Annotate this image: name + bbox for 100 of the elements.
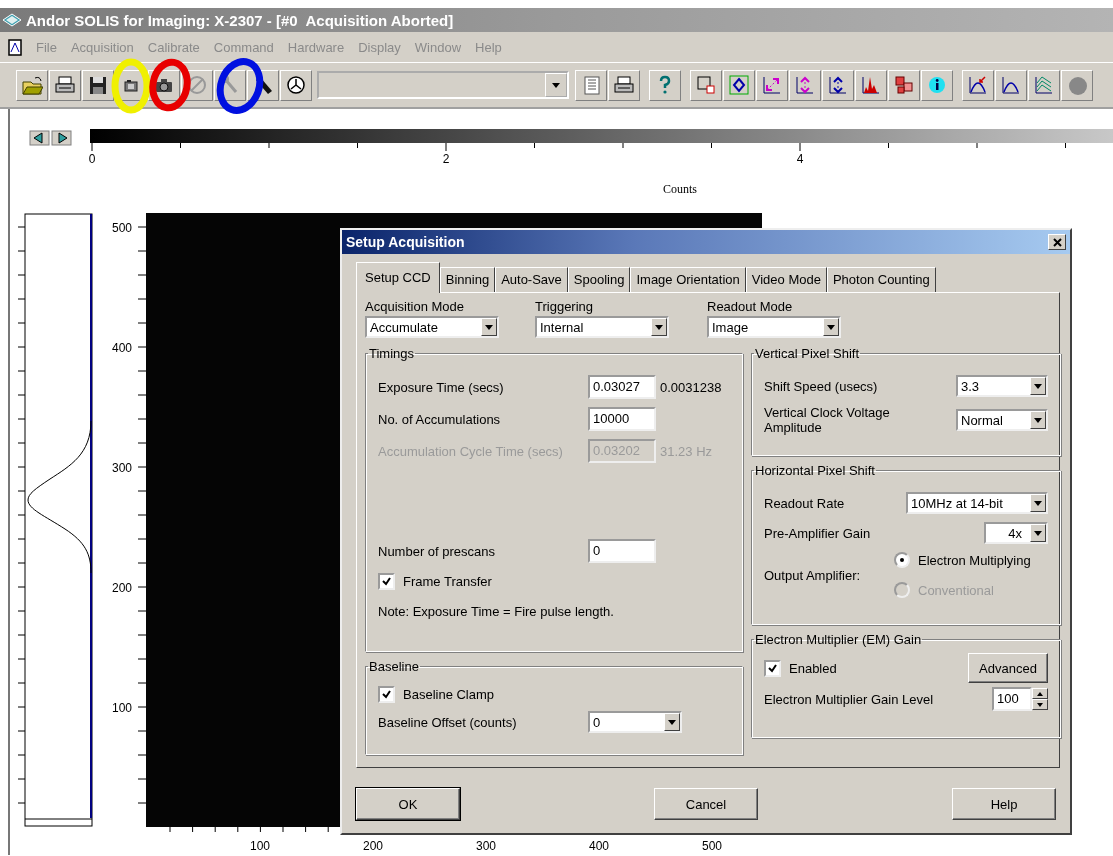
tick-label: 100 bbox=[250, 839, 270, 853]
input-field[interactable]: 0 bbox=[588, 539, 656, 563]
tick-label: 4 bbox=[796, 152, 804, 166]
dropdown[interactable]: Accumulate bbox=[365, 316, 499, 338]
caret-icon bbox=[552, 82, 560, 88]
toolbar-button[interactable] bbox=[82, 69, 114, 101]
readout-text: 0.0031238 bbox=[660, 379, 723, 395]
caret-icon bbox=[827, 324, 835, 330]
toolbar-button[interactable] bbox=[16, 69, 48, 101]
input-field[interactable]: 10000 bbox=[588, 407, 656, 431]
tab[interactable]: Setup CCD bbox=[356, 262, 440, 293]
printer-icon bbox=[54, 74, 76, 96]
radio-label[interactable]: Electron Multiplying bbox=[918, 552, 1031, 568]
dropdown[interactable]: 10MHz at 14-bit bbox=[906, 492, 1048, 514]
dropdown[interactable]: Internal bbox=[535, 316, 669, 338]
field-label: Exposure Time (secs) bbox=[378, 379, 505, 395]
radio-button[interactable] bbox=[894, 552, 910, 568]
tick-label: 200 bbox=[363, 839, 383, 853]
toolbar-button[interactable] bbox=[49, 69, 81, 101]
checkbox[interactable] bbox=[378, 573, 395, 590]
tab[interactable]: Spooling bbox=[567, 267, 631, 292]
dropdown[interactable]: 4x bbox=[984, 522, 1048, 544]
tab[interactable]: Image Orientation bbox=[630, 267, 746, 292]
up-arrow-icon bbox=[1037, 691, 1043, 696]
group-title: Baseline bbox=[368, 659, 420, 674]
advanced-button[interactable]: Advanced bbox=[968, 653, 1048, 683]
toolbar-button[interactable] bbox=[608, 69, 640, 101]
dropdown[interactable]: 0 bbox=[588, 711, 682, 733]
vertical-arrows-icon bbox=[827, 74, 849, 96]
folder-icon bbox=[21, 74, 43, 96]
peak-arrow-icon bbox=[967, 74, 989, 96]
field-label: Readout Rate bbox=[764, 495, 845, 511]
checkbox[interactable] bbox=[378, 686, 395, 703]
tick-label: 300 bbox=[476, 839, 496, 853]
close-button[interactable] bbox=[1048, 234, 1066, 250]
axis-label: Counts bbox=[663, 182, 697, 196]
tick-label: 200 bbox=[111, 581, 132, 595]
checkbox-label[interactable]: Enabled bbox=[789, 660, 837, 676]
spin-down-button[interactable] bbox=[1032, 699, 1048, 710]
toolbar-button[interactable] bbox=[280, 69, 312, 101]
caret-icon bbox=[1034, 417, 1042, 423]
field-label: Pre-Amplifier Gain bbox=[764, 525, 871, 541]
tick-label: 400 bbox=[589, 839, 609, 853]
scroll-right-button[interactable] bbox=[51, 130, 72, 146]
printer-icon bbox=[613, 74, 635, 96]
window-title: Andor SOLIS for Imaging: X-2307 - [#0 Acquisition Aborted] bbox=[26, 11, 454, 29]
checkbox-label[interactable]: Baseline Clamp bbox=[403, 687, 495, 702]
input-field[interactable]: 0.03027 bbox=[588, 375, 656, 399]
dialog-button[interactable]: OK bbox=[356, 788, 460, 820]
dropdown[interactable]: Normal bbox=[956, 409, 1048, 431]
tick-label: 2 bbox=[442, 152, 450, 166]
toolbar-button[interactable] bbox=[921, 69, 953, 101]
field-label: Readout Mode bbox=[707, 299, 794, 314]
checkbox-label[interactable]: Frame Transfer bbox=[403, 574, 492, 589]
diagonal-arrows-icon bbox=[761, 74, 783, 96]
caret-icon bbox=[1034, 530, 1042, 536]
squares-icon bbox=[893, 74, 915, 96]
caret-icon bbox=[655, 324, 663, 330]
tab[interactable]: Video Mode bbox=[745, 267, 827, 292]
toolbar-button[interactable] bbox=[723, 69, 755, 101]
checkbox[interactable] bbox=[764, 659, 781, 677]
document-icon bbox=[8, 38, 22, 56]
tab[interactable]: Binning bbox=[439, 267, 496, 292]
info-icon bbox=[926, 74, 948, 96]
scroll-left-button[interactable] bbox=[29, 130, 50, 146]
tick-label: 400 bbox=[111, 341, 132, 355]
note-text: Note: Exposure Time = Fire pulse length. bbox=[378, 604, 615, 619]
close-icon bbox=[1052, 237, 1062, 247]
app-logo-icon bbox=[2, 12, 22, 28]
field-label: Vertical Clock Voltage Amplitude bbox=[764, 405, 891, 435]
peak-icon bbox=[1000, 74, 1022, 96]
tick-label: 300 bbox=[111, 461, 132, 475]
tab[interactable]: Auto-Save bbox=[495, 267, 568, 292]
caret-icon bbox=[1034, 500, 1042, 506]
toolbar-button[interactable] bbox=[962, 69, 994, 101]
toolbar-button[interactable] bbox=[995, 69, 1027, 101]
field-label: Shift Speed (usecs) bbox=[764, 378, 878, 394]
caret-icon bbox=[1034, 383, 1042, 389]
dropdown[interactable]: Image bbox=[707, 316, 841, 338]
spin-field[interactable]: 100 bbox=[992, 687, 1032, 711]
group-title: Timings bbox=[368, 346, 416, 361]
toolbar-button[interactable] bbox=[822, 69, 854, 101]
vertical-arrows-icon bbox=[794, 74, 816, 96]
dialog-button[interactable]: Cancel bbox=[654, 788, 758, 820]
group-title: Electron Multiplier (EM) Gain bbox=[754, 632, 923, 647]
field-label: No. of Accumulations bbox=[378, 411, 502, 427]
readout-text: 31.23 Hz bbox=[660, 443, 714, 459]
group-title: Vertical Pixel Shift bbox=[754, 346, 861, 361]
field-label: Triggering bbox=[535, 299, 595, 314]
dropdown[interactable]: 3.3 bbox=[956, 375, 1048, 397]
dialog-button[interactable]: Help bbox=[952, 788, 1056, 820]
tab[interactable]: Photon Counting bbox=[826, 267, 936, 292]
stacked-peaks-icon bbox=[1033, 74, 1055, 96]
field-label: Baseline Offset (counts) bbox=[378, 714, 518, 730]
down-arrow-icon bbox=[1037, 702, 1043, 707]
blob-icon bbox=[1066, 74, 1088, 96]
spin-up-button[interactable] bbox=[1032, 688, 1048, 699]
toolbar-button[interactable] bbox=[888, 69, 920, 101]
tick-label: 0 bbox=[88, 152, 96, 166]
caret-icon bbox=[668, 719, 676, 725]
